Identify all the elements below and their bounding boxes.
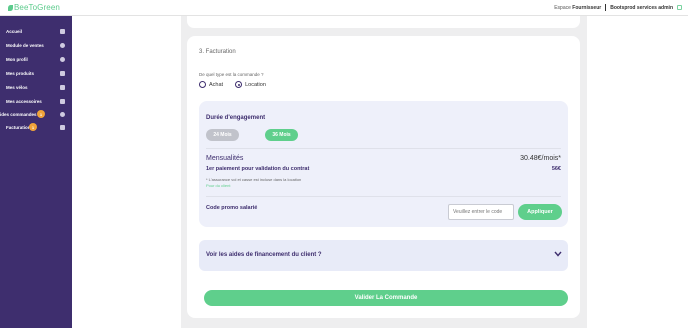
order-type-question: De quel type est la commande ? <box>199 72 264 77</box>
espace-label: Espace <box>554 4 571 11</box>
radio-location[interactable] <box>235 81 243 88</box>
leaf-icon <box>8 4 13 11</box>
box-icon <box>60 98 65 104</box>
monthly-value: 30.48€/mois* <box>520 155 561 162</box>
divider <box>206 196 561 197</box>
first-payment-value: 56€ <box>551 166 561 172</box>
sidebar-item-profil[interactable]: Mon profil <box>0 53 72 65</box>
logo[interactable]: BeeToGreen <box>8 3 60 12</box>
sidebar-item-facturation[interactable]: Facturation 1 <box>0 121 72 133</box>
sidebar-item-label: Mes accessoires <box>6 98 42 104</box>
logo-text: BeeToGreen <box>14 3 60 12</box>
client-link[interactable]: Pour du client <box>206 183 230 188</box>
sidebar-item-label: Mes vélos <box>6 84 28 90</box>
gear-icon <box>60 111 65 117</box>
divider <box>206 148 561 149</box>
duration-24-button[interactable]: 24 Mois <box>206 129 239 141</box>
divider <box>605 4 607 11</box>
option-label: Achat <box>209 81 224 88</box>
sidebar-item-label: Mon profil <box>6 56 28 62</box>
monthly-label: Mensualités <box>206 155 244 162</box>
home-icon <box>60 28 65 34</box>
validate-order-button[interactable]: Valider La Commande <box>204 290 568 306</box>
sidebar-item-label: Facturation <box>6 124 31 130</box>
notification-badge: 1 <box>37 110 45 118</box>
sidebar-item-accessoires[interactable]: Mes accessoires <box>0 95 72 107</box>
account-area: Espace Fournisseur Bootsprod services ad… <box>554 4 682 11</box>
sidebar-item-label: Module de ventes <box>6 42 44 48</box>
sidebar-item-accueil[interactable]: Accueil <box>0 25 72 37</box>
apply-button[interactable]: Appliquer <box>518 204 562 220</box>
option-location[interactable]: Location <box>235 81 266 88</box>
logout-icon[interactable] <box>677 5 682 10</box>
option-label: Location <box>245 81 266 88</box>
search-icon <box>60 42 65 48</box>
box-icon <box>60 70 65 76</box>
option-achat[interactable]: Achat <box>199 81 223 88</box>
engagement-title: Durée d'engagement <box>206 115 266 121</box>
espace-value: Fournisseur <box>572 4 602 11</box>
section-title: 3. Facturation <box>199 49 236 55</box>
left-panel <box>72 16 181 328</box>
sidebar: Accueil Module de ventes Mon profil Mes … <box>0 16 72 328</box>
sidebar-item-label: Mes produits <box>6 70 35 76</box>
radio-achat[interactable] <box>199 81 206 88</box>
sidebar-item-label: Accueil <box>6 28 23 34</box>
top-bar: BeeToGreen Espace Fournisseur Bootsprod … <box>0 0 688 16</box>
sidebar-item-velos[interactable]: Mes vélos <box>0 81 72 93</box>
sidebar-item-ventes[interactable]: Module de ventes <box>0 39 72 51</box>
card-icon <box>60 124 65 130</box>
promo-code-input[interactable] <box>448 204 514 220</box>
insurance-note: * L'assurance vol et casse est incluse d… <box>206 177 302 182</box>
sidebar-item-produits[interactable]: Mes produits <box>0 67 72 79</box>
notification-badge: 1 <box>29 123 37 131</box>
chevron-down-icon[interactable] <box>554 251 562 257</box>
first-payment-label: 1er paiement pour validation du contrat <box>206 166 310 172</box>
financing-aid-label: Voir les aides de financement du client … <box>206 252 322 258</box>
right-panel <box>587 16 688 328</box>
account-name[interactable]: Bootsprod services admin <box>610 5 673 11</box>
box-icon <box>60 84 65 90</box>
order-type-options: Achat Location <box>199 81 272 88</box>
promo-label: Code promo salarié <box>206 205 258 211</box>
user-icon <box>60 56 65 62</box>
duration-36-button[interactable]: 36 Mois <box>265 129 298 141</box>
previous-section-card <box>187 16 580 28</box>
sidebar-item-label: ides commandes <box>0 111 37 117</box>
espace-info: Espace Fournisseur <box>554 5 601 11</box>
sidebar-item-commandes[interactable]: ides commandes 1 <box>0 108 72 120</box>
